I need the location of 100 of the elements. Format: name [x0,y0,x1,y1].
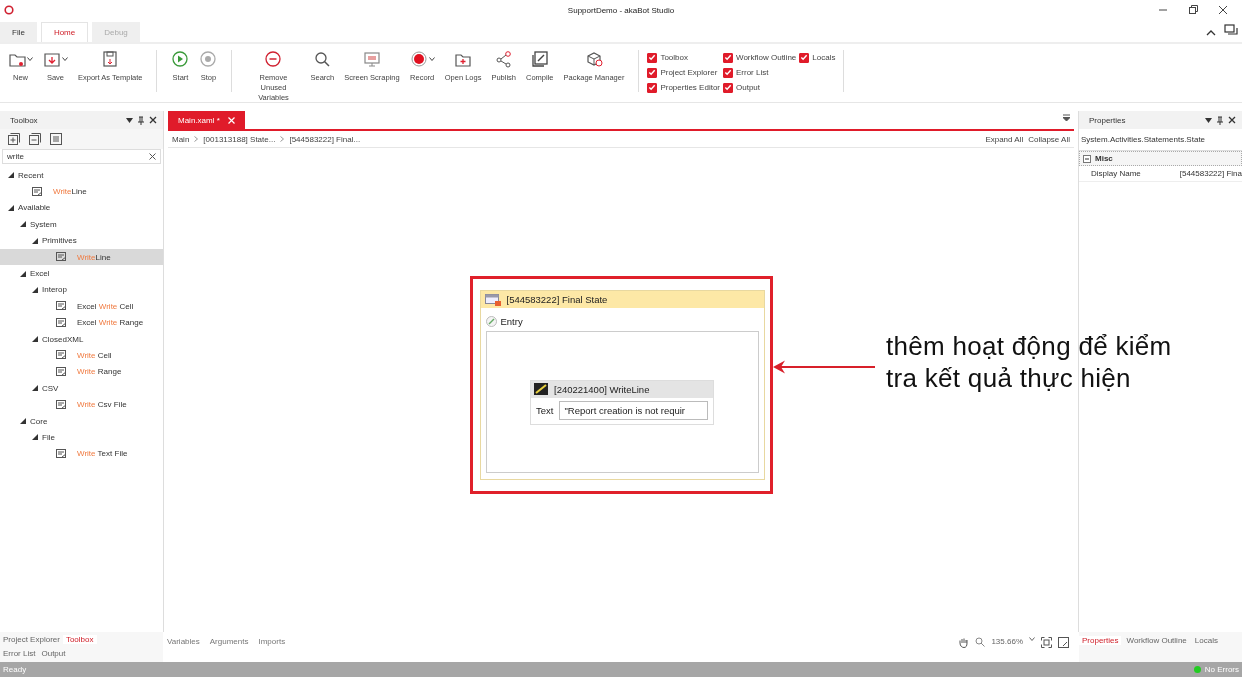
expander-icon[interactable] [20,221,26,228]
designer-tab[interactable]: Arguments [209,637,249,646]
panel-tab[interactable]: Properties [1079,636,1122,645]
expander-icon[interactable] [32,237,38,244]
canvas-action-link[interactable]: Collapse All [1028,134,1070,144]
search-field[interactable]: write [2,149,161,164]
tree-group-label[interactable]: Recent [18,170,44,180]
overflow-icon[interactable] [1063,114,1070,121]
text-field[interactable]: "Report creation is not requir [559,400,708,420]
activity-title: [240221400] WriteLine [554,383,650,395]
tree-group-label[interactable]: File [42,432,55,442]
tree-item[interactable]: Excel Write Range [0,314,163,331]
close-icon[interactable] [1228,116,1236,124]
panel-checkbox[interactable]: Toolbox [647,50,720,65]
caret-icon[interactable] [1029,637,1035,641]
chat-icon[interactable] [1224,24,1238,36]
zoom-icon[interactable] [975,637,986,647]
panel-tab[interactable]: Error List [0,648,39,658]
restore-icon[interactable] [1188,5,1198,15]
dropdown-icon[interactable] [1205,117,1212,123]
panel-tab[interactable]: Toolbox [62,634,97,644]
tree-group-label[interactable]: System [30,219,57,229]
pin-icon[interactable] [1217,115,1223,125]
fit-icon[interactable] [1041,637,1052,648]
panel-checkbox[interactable]: Project Explorer [647,65,720,80]
ribbon-tab[interactable]: Home [40,22,89,42]
designer-tab[interactable]: Imports [258,637,286,646]
tree-group-label[interactable]: Available [18,203,51,213]
tree-item[interactable]: Write Cell [0,347,163,364]
expander-icon[interactable] [32,434,38,441]
designer-tab[interactable]: Variables [167,637,200,646]
property-name: Display Name [1091,169,1142,178]
collapse-icon[interactable] [1083,154,1091,163]
overview-icon[interactable] [1058,637,1069,648]
tree-group-label[interactable]: Interop [42,285,67,295]
tree-group-label[interactable]: Excel [30,269,50,279]
panel-tab[interactable]: Locals [1191,636,1221,645]
breadcrumb-item[interactable]: Main [172,134,190,144]
chevron-icon [280,136,285,142]
record-icon [409,50,428,68]
collapse-all-icon[interactable] [29,133,41,145]
panel-checkbox[interactable]: Workflow Outline [723,50,797,65]
chevron-icon [194,136,199,142]
activity-icon [56,399,67,410]
activity-icon [56,317,67,328]
document-tab[interactable]: Main.xaml * [168,111,245,129]
expand-all-icon[interactable] [8,133,20,145]
breadcrumb-item[interactable]: [001313188] State... [203,134,276,144]
panel-checkbox[interactable]: Properties Editor [647,80,720,95]
tree-item[interactable]: Excel Write Cell [0,298,163,315]
error-count: No Errors [1204,665,1239,674]
tree-group-label[interactable]: Primitives [42,236,77,246]
panel-checkbox[interactable]: Output [723,80,797,95]
field-label: Text [536,404,554,416]
canvas-action-link[interactable]: Expand All [985,134,1024,144]
play-icon [171,50,190,68]
expander-icon[interactable] [8,204,14,211]
tree-group-label[interactable]: CSV [42,383,59,393]
tree-item[interactable]: WriteLine [0,248,163,266]
clear-icon[interactable] [149,153,156,160]
breadcrumb-item[interactable]: [544583222] Final... [289,134,361,144]
tree-group-label[interactable]: Core [30,416,48,426]
panel-tab[interactable]: Workflow Outline [1123,636,1190,645]
tree-item[interactable]: Write Csv File [0,396,163,413]
expander-icon[interactable] [32,385,38,392]
zoom-level[interactable]: 135.66% [991,637,1023,646]
tree-group-label[interactable]: ClosedXML [42,334,84,344]
activity-icon [32,186,43,197]
state-title: [544583222] Final State [506,294,608,305]
activity-icon [56,366,67,377]
expander-icon[interactable] [20,270,26,277]
tree-item[interactable]: WriteLine [0,183,163,200]
ribbon-tab[interactable]: File [0,22,37,42]
status-text: Ready [3,665,27,674]
list-icon[interactable] [50,133,62,145]
compile-icon [530,50,549,68]
tree-item[interactable]: Write Range [0,363,163,381]
hand-icon[interactable] [958,637,970,648]
dropdown-icon[interactable] [126,117,133,123]
panel-checkbox[interactable]: Locals [799,50,836,65]
property-value[interactable]: [544583222] Fina [1179,169,1242,178]
checkmark-icon [800,53,809,62]
expander-icon[interactable] [20,418,26,425]
section-label: Entry [500,316,523,327]
expander-icon[interactable] [8,172,14,179]
share-icon [494,50,513,68]
collapse-ribbon-icon[interactable] [1206,28,1216,36]
tree-item[interactable]: Write Text File [0,445,163,463]
panel-tab[interactable]: Output [38,648,69,658]
close-icon[interactable] [149,116,157,124]
panel-checkbox[interactable]: Error List [723,65,797,80]
panel-title: Properties [1089,115,1126,125]
stop-icon [199,50,218,68]
expander-icon[interactable] [32,336,38,343]
close-icon[interactable] [1218,5,1228,15]
logo-icon [4,5,14,15]
panel-tab[interactable]: Project Explorer [0,634,63,644]
caret-icon [27,57,33,61]
pin-icon[interactable] [138,115,144,125]
expander-icon[interactable] [32,286,38,293]
